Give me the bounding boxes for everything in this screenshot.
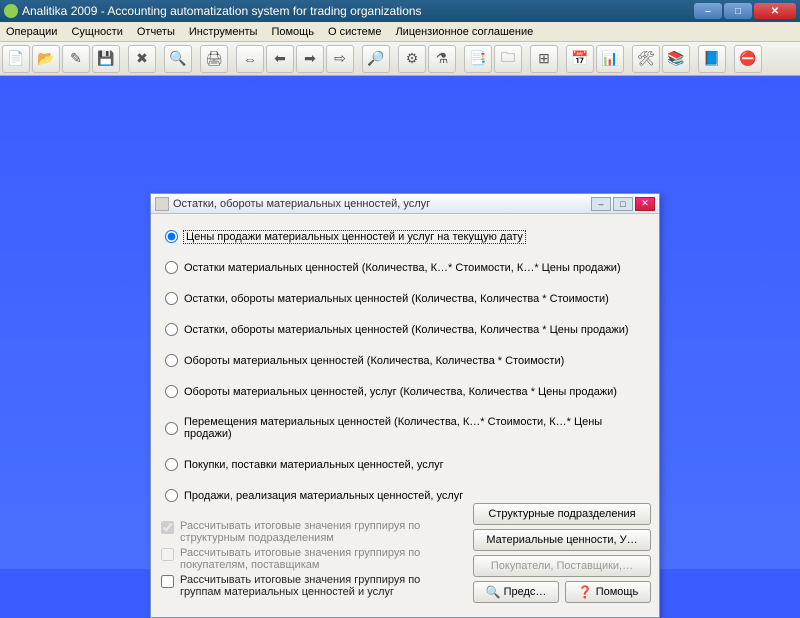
toolbar-button[interactable]: 📑 [464, 45, 492, 73]
report-option-radio[interactable] [165, 323, 178, 336]
report-option-row[interactable]: Остатки, обороты материальных ценностей … [161, 323, 649, 336]
toolbar-button[interactable]: 🛠 [632, 45, 660, 73]
preview-label: Предс… [504, 582, 547, 602]
toolbar-button[interactable]: 🖨 [200, 45, 228, 73]
toolbar-button[interactable]: ⛔ [734, 45, 762, 73]
report-option-row[interactable]: Продажи, реализация материальных ценност… [161, 489, 649, 502]
report-option-label: Цены продажи материальных ценностей и ус… [184, 231, 525, 243]
help-label: Помощь [596, 582, 639, 602]
report-option-label: Остатки материальных ценностей (Количест… [184, 262, 621, 274]
toolbar-button[interactable]: ⇨ [326, 45, 354, 73]
toolbar-button[interactable]: 💾 [92, 45, 120, 73]
menu-item[interactable]: Инструменты [189, 26, 258, 38]
report-option-label: Обороты материальных ценностей (Количест… [184, 355, 564, 367]
main-titlebar: Analitika 2009 - Accounting automatizati… [0, 0, 800, 22]
report-option-radio[interactable] [165, 230, 178, 243]
report-option-radio[interactable] [165, 422, 178, 435]
report-option-radio[interactable] [165, 354, 178, 367]
report-option-row[interactable]: Перемещения материальных ценностей (Коли… [161, 416, 649, 440]
report-option-row[interactable]: Покупки, поставки материальных ценностей… [161, 458, 649, 471]
report-option-row[interactable]: Обороты материальных ценностей, услуг (К… [161, 385, 649, 398]
report-option-label: Продажи, реализация материальных ценност… [184, 490, 463, 502]
dialog-close-button[interactable]: ✕ [635, 197, 655, 211]
grouping-check-row[interactable]: Рассчитывать итоговые значения группируя… [161, 574, 451, 598]
menu-item[interactable]: Помощь [271, 26, 314, 38]
preview-button[interactable]: 🔍 Предс… [473, 581, 559, 603]
report-option-radio[interactable] [165, 458, 178, 471]
report-option-label: Обороты материальных ценностей, услуг (К… [184, 386, 617, 398]
report-option-label: Остатки, обороты материальных ценностей … [184, 324, 629, 336]
report-option-row[interactable]: Остатки материальных ценностей (Количест… [161, 261, 649, 274]
buyers-suppliers-button: Покупатели, Поставщики,… [473, 555, 651, 577]
material-values-button[interactable]: Материальные ценности, У… [473, 529, 651, 551]
grouping-check-row: Рассчитывать итоговые значения группируя… [161, 520, 451, 544]
menu-item[interactable]: Отчеты [137, 26, 175, 38]
toolbar-button[interactable]: ⚗ [428, 45, 456, 73]
grouping-check-row: Рассчитывать итоговые значения группируя… [161, 547, 451, 571]
toolbar-button[interactable]: ⚙ [398, 45, 426, 73]
report-option-label: Остатки, обороты материальных ценностей … [184, 293, 609, 305]
help-icon: ❓ [578, 582, 593, 602]
dialog-button-column: Структурные подразделения Материальные ц… [473, 503, 651, 607]
report-option-radio[interactable] [165, 489, 178, 502]
toolbar-button[interactable]: ⊞ [530, 45, 558, 73]
main-menubar: Операции Сущности Отчеты Инструменты Пом… [0, 22, 800, 42]
toolbar-button[interactable]: ➡ [296, 45, 324, 73]
menu-item[interactable]: Сущности [71, 26, 122, 38]
toolbar-button[interactable]: 📂 [32, 45, 60, 73]
report-dialog: Остатки, обороты материальных ценностей,… [150, 193, 660, 618]
toolbar-button[interactable]: 📊 [596, 45, 624, 73]
toolbar-button[interactable]: 📘 [698, 45, 726, 73]
dialog-minimize-button[interactable]: – [591, 197, 611, 211]
app-icon [4, 4, 18, 18]
grouping-label: Рассчитывать итоговые значения группируя… [180, 574, 451, 598]
toolbar-button[interactable]: ✖ [128, 45, 156, 73]
magnifier-icon: 🔍 [486, 582, 501, 602]
grouping-label: Рассчитывать итоговые значения группируя… [180, 520, 451, 544]
dialog-body: Цены продажи материальных ценностей и ус… [151, 214, 659, 607]
dialog-title: Остатки, обороты материальных ценностей,… [173, 198, 589, 210]
dialog-titlebar: Остатки, обороты материальных ценностей,… [151, 194, 659, 214]
grouping-checkbox[interactable] [161, 575, 174, 588]
window-close-button[interactable]: ✕ [754, 3, 796, 19]
app-title: Analitika 2009 - Accounting automatizati… [22, 4, 692, 18]
menu-item[interactable]: О системе [328, 26, 381, 38]
toolbar-button[interactable]: ⬅ [266, 45, 294, 73]
workspace-area: Остатки, обороты материальных ценностей,… [0, 76, 800, 569]
toolbar-button[interactable]: 📅 [566, 45, 594, 73]
report-option-label: Покупки, поставки материальных ценностей… [184, 459, 444, 471]
toolbar-button[interactable]: 🗀 [494, 45, 522, 73]
grouping-checkbox [161, 521, 174, 534]
report-option-row[interactable]: Обороты материальных ценностей (Количест… [161, 354, 649, 367]
report-option-radio[interactable] [165, 292, 178, 305]
toolbar-button[interactable]: 📚 [662, 45, 690, 73]
report-option-row[interactable]: Остатки, обороты материальных ценностей … [161, 292, 649, 305]
toolbar-button[interactable]: 📄 [2, 45, 30, 73]
structural-subdivisions-button[interactable]: Структурные подразделения [473, 503, 651, 525]
window-minimize-button[interactable]: – [694, 3, 722, 19]
grouping-label: Рассчитывать итоговые значения группируя… [180, 547, 451, 571]
dialog-maximize-button[interactable]: □ [613, 197, 633, 211]
help-button[interactable]: ❓ Помощь [565, 581, 651, 603]
dialog-icon [155, 197, 169, 211]
report-option-row[interactable]: Цены продажи материальных ценностей и ус… [161, 230, 649, 243]
toolbar-button[interactable]: ✎ [62, 45, 90, 73]
report-option-radio[interactable] [165, 385, 178, 398]
toolbar-button[interactable]: 🔎 [362, 45, 390, 73]
report-option-radio[interactable] [165, 261, 178, 274]
main-toolbar: 📄 📂 ✎ 💾 ✖ 🔍 🖨 ⇔ ⬅ ➡ ⇨ 🔎 ⚙ ⚗ 📑 🗀 ⊞ 📅 📊 🛠 … [0, 42, 800, 76]
grouping-checkbox [161, 548, 174, 561]
report-option-label: Перемещения материальных ценностей (Коли… [184, 416, 649, 440]
menu-item[interactable]: Лицензионное соглашение [395, 26, 533, 38]
window-maximize-button[interactable]: □ [724, 3, 752, 19]
toolbar-button[interactable]: 🔍 [164, 45, 192, 73]
menu-item[interactable]: Операции [6, 26, 57, 38]
toolbar-button[interactable]: ⇔ [236, 45, 264, 73]
